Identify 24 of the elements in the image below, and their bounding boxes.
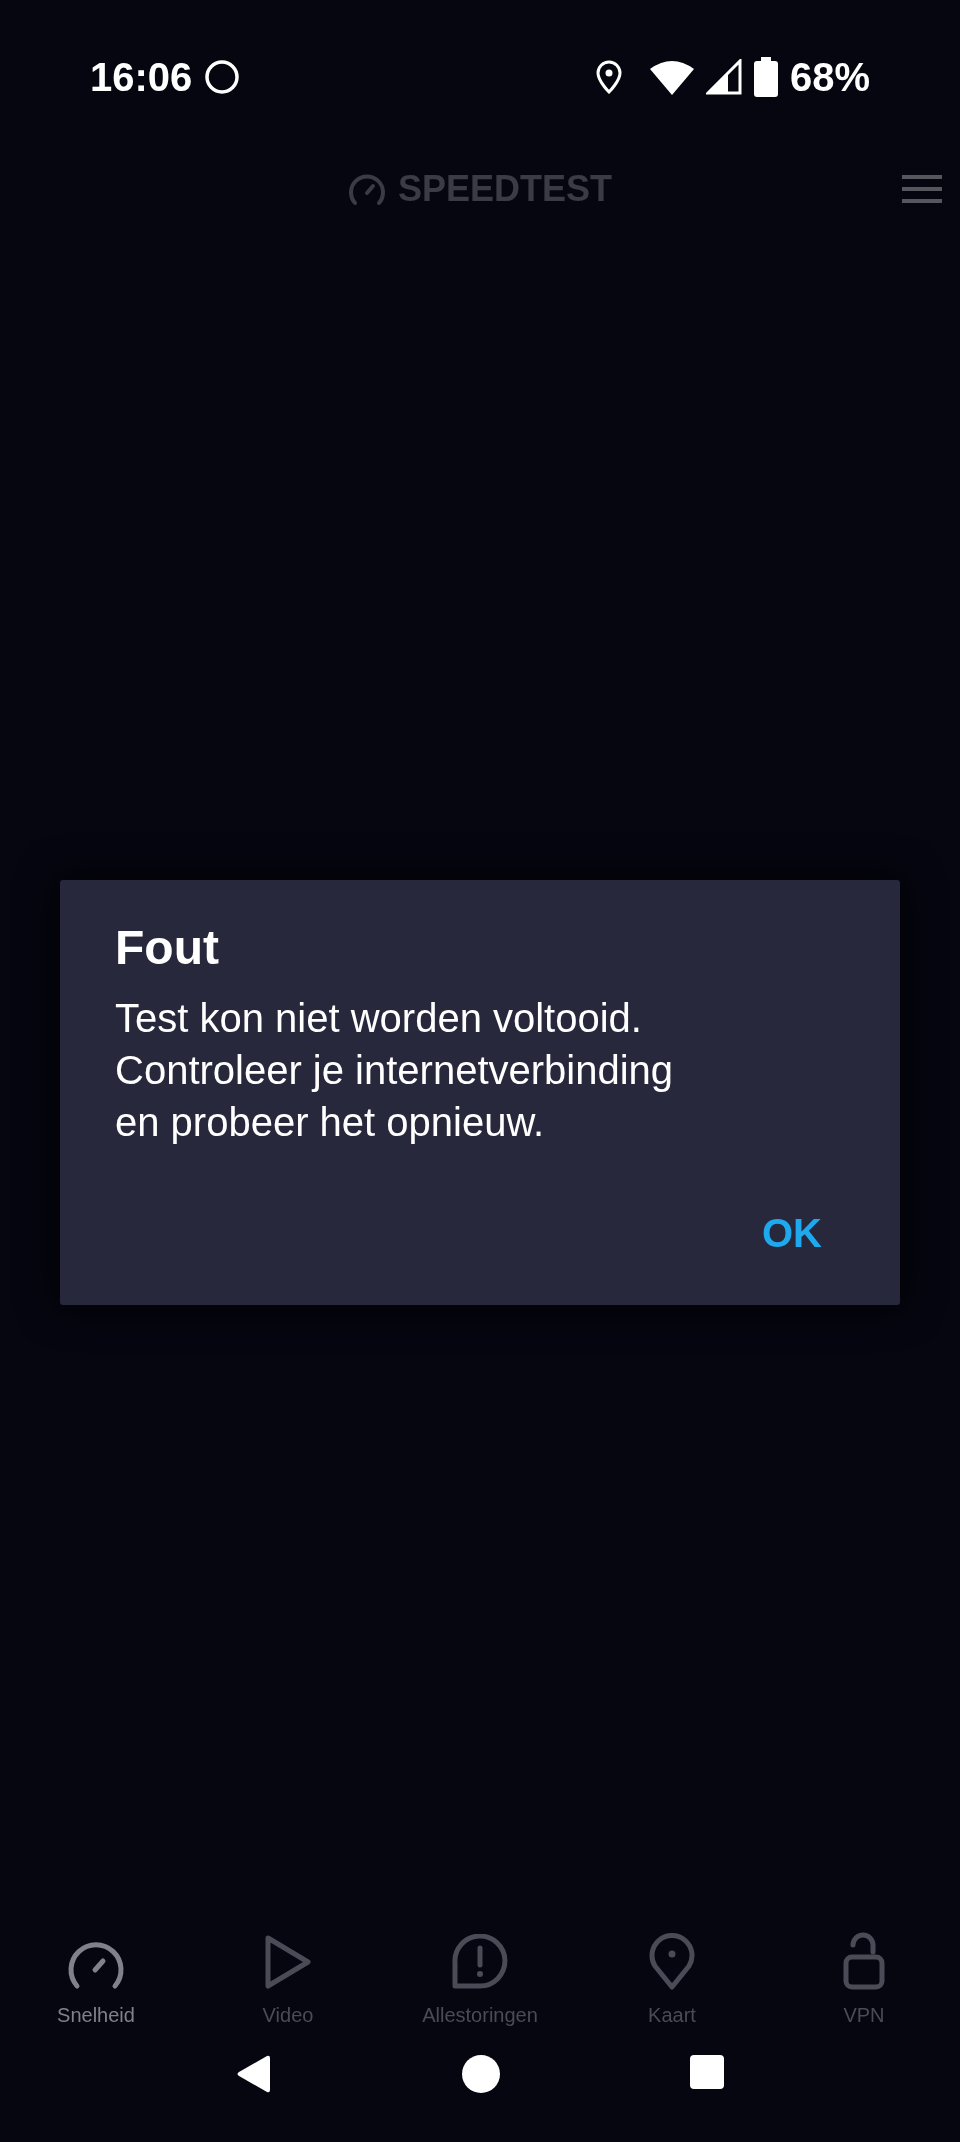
back-icon[interactable]	[236, 2055, 272, 2093]
tab-item[interactable]: VPN	[768, 1932, 960, 2030]
circle-icon	[204, 59, 241, 95]
signal-icon	[705, 59, 742, 95]
tab-item[interactable]: Snelheid	[0, 1932, 192, 2030]
wifi-icon	[649, 59, 694, 95]
dialog-title: Fout	[115, 920, 220, 976]
speedometer-icon	[67, 1940, 125, 1990]
dialog-message: Test kon niet worden voltooid. Controleer je internetverbinding en probeer het opnieuw.	[115, 995, 675, 1146]
location-pin-icon	[649, 1932, 695, 1990]
speedometer-icon	[347, 172, 386, 206]
tab-item[interactable]: Allestoringen	[384, 1932, 576, 2030]
battery-icon	[753, 57, 778, 97]
tab-item[interactable]: Video	[192, 1932, 384, 2030]
battery-percentage: 68%	[789, 54, 870, 101]
play-icon	[264, 1934, 312, 1990]
unlocked-padlock-icon	[843, 1932, 885, 1990]
tab-item[interactable]: Kaart	[576, 1932, 768, 2030]
location-icon	[595, 60, 622, 94]
ok-button[interactable]: OK	[754, 1203, 830, 1263]
menu-icon[interactable]	[902, 175, 942, 203]
clock-time: 16:06	[90, 54, 193, 101]
alert-bubble-icon	[451, 1934, 509, 1990]
home-icon[interactable]	[462, 2055, 500, 2093]
